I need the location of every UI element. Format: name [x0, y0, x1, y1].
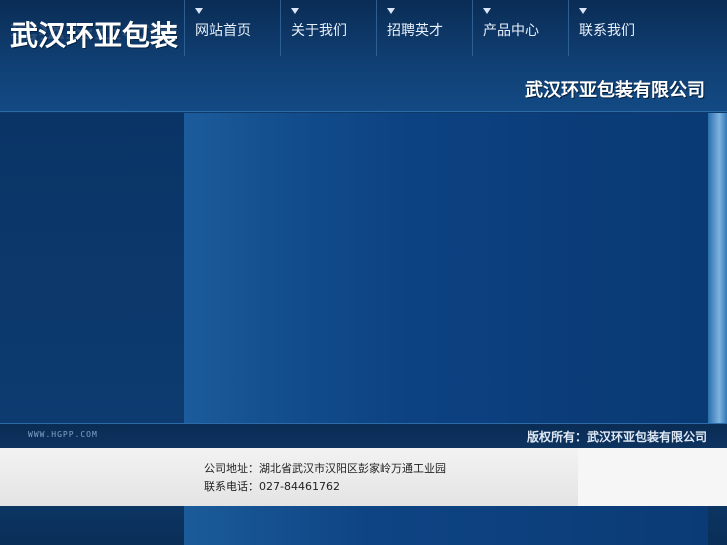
triangle-down-icon: [291, 8, 299, 14]
content-panel: [184, 113, 708, 423]
nav-item-label: 关于我们: [291, 23, 347, 39]
company-title: 武汉环亚包装有限公司: [525, 80, 705, 101]
footer-bar: WWW.HGPP.COM 版权所有：武汉环亚包装有限公司: [0, 423, 727, 448]
main-nav: 网站首页 关于我们 招聘英才 产品中心 联系我们: [184, 0, 727, 56]
copyright: 版权所有：武汉环亚包装有限公司: [526, 430, 707, 444]
triangle-down-icon: [579, 8, 587, 14]
contact-info: 公司地址：湖北省武汉市汉阳区彭家岭万通工业园 联系电话：027-84461762: [204, 460, 446, 496]
logo-reflection: 武汉环亚包装: [10, 21, 179, 41]
header: 武汉环亚包装 武汉环亚包装 网站首页 关于我们 招聘英才 产品中心 联系我们 武…: [0, 0, 727, 112]
contact-info-bar: 公司地址：湖北省武汉市汉阳区彭家岭万通工业园 联系电话：027-84461762: [0, 448, 727, 506]
triangle-down-icon: [195, 8, 203, 14]
triangle-down-icon: [387, 8, 395, 14]
main-content: [0, 113, 727, 423]
nav-item-label: 联系我们: [579, 23, 635, 39]
right-decor-strip: [708, 113, 727, 423]
bottom-band: [0, 506, 727, 545]
company-address: 公司地址：湖北省武汉市汉阳区彭家岭万通工业园: [204, 462, 446, 475]
bottom-band-panel: [184, 506, 708, 545]
nav-item-label: 招聘英才: [387, 23, 443, 39]
nav-item-about[interactable]: 关于我们: [280, 0, 376, 56]
nav-item-home[interactable]: 网站首页: [184, 0, 280, 56]
nav-item-careers[interactable]: 招聘英才: [376, 0, 472, 56]
site-url: WWW.HGPP.COM: [28, 430, 98, 439]
nav-item-label: 网站首页: [195, 23, 251, 39]
info-bar-highlight: [578, 448, 727, 506]
nav-item-products[interactable]: 产品中心: [472, 0, 568, 56]
triangle-down-icon: [483, 8, 491, 14]
contact-phone: 联系电话：027-84461762: [204, 480, 340, 493]
nav-item-label: 产品中心: [483, 23, 539, 39]
nav-item-contact[interactable]: 联系我们: [568, 0, 664, 56]
left-column: [0, 113, 184, 423]
